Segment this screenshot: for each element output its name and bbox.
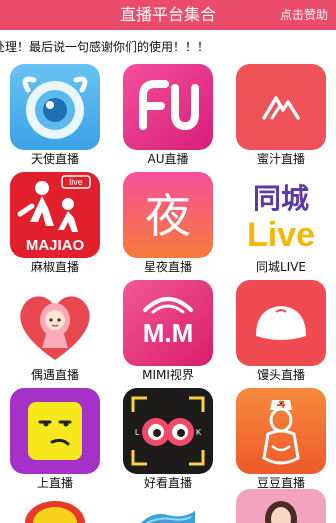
app-ouyu[interactable]: 偶遇直播: [0, 280, 112, 396]
au-logo-icon: [123, 64, 213, 150]
majiao-wordmark: MAJIAO: [26, 237, 85, 254]
smirk-face-icon: [10, 388, 100, 474]
live-tag-text: live: [69, 177, 83, 187]
app-partial-wave-icon[interactable]: [123, 489, 213, 523]
live-text: Live: [247, 216, 315, 254]
app-doudou[interactable]: 豆豆直播: [226, 388, 336, 504]
majiao-parent-child-icon: live MAJIAO: [10, 172, 100, 258]
app-mantou[interactable]: 馒头直播: [226, 280, 336, 396]
app-partial-portrait-icon[interactable]: [236, 489, 326, 523]
app-label: AU直播: [147, 152, 189, 166]
app-partial-yellow-icon[interactable]: [10, 489, 100, 523]
night-character-icon: 夜: [123, 172, 213, 258]
girl-heart-icon: [10, 280, 100, 366]
eyes-icon: L K: [123, 388, 213, 474]
app-label: MIMI视界: [142, 368, 194, 382]
mm-logo-icon: M.M: [123, 280, 213, 366]
app-tongcheng[interactable]: 同城 Live 同城LIVE: [226, 172, 336, 288]
app-majiao[interactable]: live MAJIAO 麻椒直播: [0, 172, 112, 288]
app-label: 麻椒直播: [30, 260, 79, 274]
camera-lens-icon: [10, 64, 100, 150]
app-tianshi[interactable]: 天使直播: [0, 64, 112, 180]
mm-wordmark: M.M: [143, 318, 194, 348]
bun-icon: [236, 280, 326, 366]
nurse-silhouette-icon: [236, 388, 326, 474]
app-shang[interactable]: 上直播: [0, 388, 112, 504]
app-label: 偶遇直播: [30, 368, 79, 382]
eyes-letter-left: L: [135, 428, 140, 437]
app-mimi[interactable]: M.M MIMI视界: [113, 280, 225, 396]
app-label: 天使直播: [30, 152, 79, 166]
app-xingye[interactable]: 夜 星夜直播: [113, 172, 225, 288]
app-label: 蜜汁直播: [256, 152, 305, 166]
tongcheng-live-icon: 同城 Live: [236, 172, 326, 258]
ye-character: 夜: [145, 189, 191, 243]
app-haokan[interactable]: L K 好看直播: [113, 388, 225, 504]
app-label: 馒头直播: [256, 368, 305, 382]
app-mizhi[interactable]: 蜜汁直播: [226, 64, 336, 180]
app-grid: 天使直播 AU直播 蜜汁直播 live MAJIAO 麻椒直播 夜 星夜直播 同…: [0, 0, 336, 523]
app-label: 星夜直播: [143, 260, 192, 274]
app-label: 同城LIVE: [255, 260, 307, 274]
app-au[interactable]: AU直播: [113, 64, 225, 180]
tongcheng-text: 同城: [253, 182, 309, 215]
eyes-letter-right: K: [196, 428, 202, 437]
mountain-m-icon: [236, 64, 326, 150]
